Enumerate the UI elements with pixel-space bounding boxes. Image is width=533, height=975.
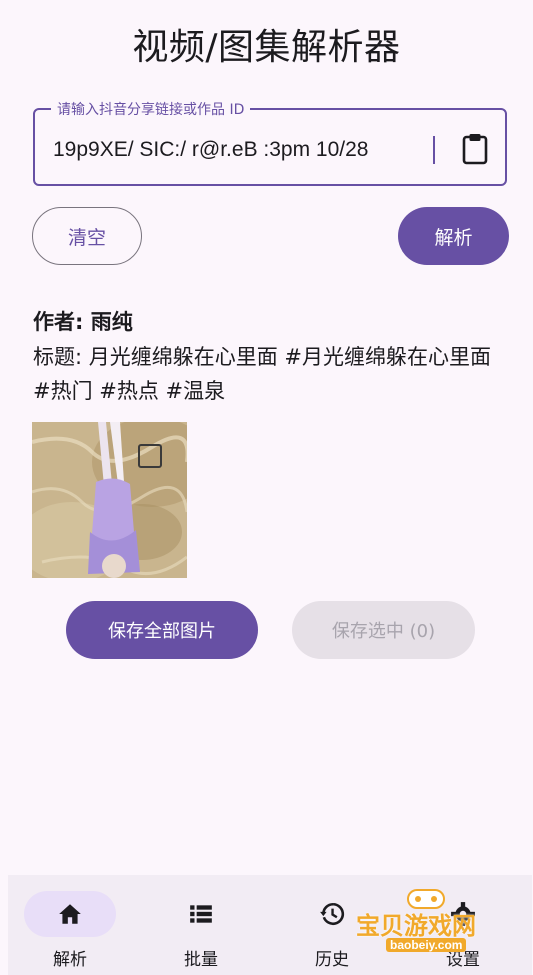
- text-caret: [433, 136, 435, 164]
- nav-item-batch[interactable]: 批量: [139, 875, 270, 975]
- video-title-text: 标题: 月光缠绵躲在心里面 #月光缠绵躲在心里面 #热门 #热点 #温泉: [33, 345, 492, 403]
- watermark-text: 宝贝游戏网: [356, 912, 476, 940]
- image-thumbnail[interactable]: [32, 422, 187, 578]
- watermark-logo: 宝贝游戏网 baobeiy.com: [356, 884, 506, 964]
- parse-button[interactable]: 解析: [398, 207, 509, 265]
- home-icon: [59, 904, 81, 924]
- nav-label-parse: 解析: [53, 950, 87, 970]
- url-input-field[interactable]: 请输入抖音分享链接或作品 ID 19p9XE/ SIC:/ r@r.eB :3p…: [33, 99, 507, 186]
- clear-button[interactable]: 清空: [32, 207, 142, 265]
- history-icon: [320, 902, 345, 926]
- image-select-checkbox[interactable]: [138, 444, 162, 468]
- author-text: 作者: 雨纯: [33, 310, 133, 334]
- nav-item-parse[interactable]: 解析: [8, 875, 139, 975]
- nav-label-batch: 批量: [184, 950, 218, 970]
- save-all-images-button[interactable]: 保存全部图片: [66, 601, 258, 659]
- list-icon: [190, 905, 212, 923]
- url-input-label: 请输入抖音分享链接或作品 ID: [51, 99, 251, 119]
- clipboard-icon: [462, 134, 488, 165]
- page-title: 视频/图集解析器: [132, 27, 401, 68]
- paste-button[interactable]: [459, 132, 491, 166]
- save-selected-button: 保存选中 (0): [292, 601, 475, 659]
- url-input-value[interactable]: 19p9XE/ SIC:/ r@r.eB :3pm 10/28: [53, 138, 433, 162]
- watermark-url: baobeiy.com: [386, 938, 467, 952]
